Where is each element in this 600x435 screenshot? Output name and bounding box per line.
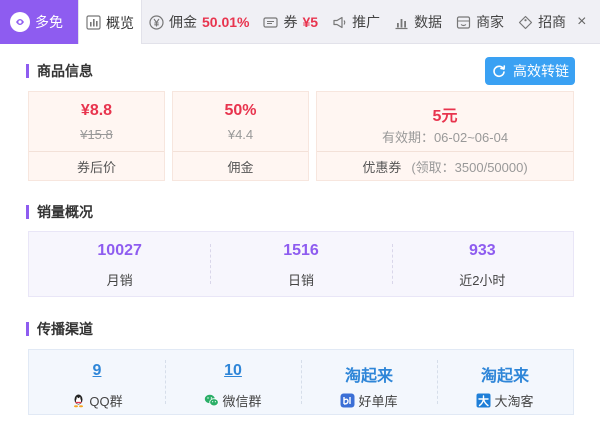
sales-monthly: 10027 月销 (29, 232, 210, 296)
channel-haodanku: 淘起来 好单库 (301, 350, 437, 414)
tab-brand-label: 多免 (35, 14, 63, 30)
coupon-label: 优惠券 (362, 160, 402, 175)
channel-dataoke: 淘起来 大淘客 (437, 350, 573, 414)
channel-wechat-label-row: 微信群 (165, 391, 301, 410)
top-tab-bar: 多免 概览 佣金 50.01% 券 ¥5 推广 数据 商家 招商 × (0, 0, 600, 45)
bar-chart-icon (86, 15, 101, 30)
goods-section-title: 商品信息 (26, 64, 93, 78)
commission-rate: 50% (224, 102, 257, 119)
refresh-icon (493, 65, 506, 78)
sales-2h: 933 近2小时 (391, 232, 573, 296)
sales-overview: 10027 月销 1516 日销 933 近2小时 (28, 231, 574, 297)
price-box: ¥8.8 ¥15.8 券后价 (28, 91, 165, 181)
data-chart-icon (394, 15, 409, 30)
tab-coupon-label: 券 (283, 14, 298, 30)
tab-merchant[interactable]: 商家 (449, 0, 511, 44)
brand-logo-icon (10, 12, 30, 32)
channel-dataoke-label-row: 大淘客 (437, 391, 573, 410)
tab-data-label: 数据 (414, 14, 443, 30)
coupon-amount: 5元 (432, 108, 458, 125)
tab-merchant-label: 商家 (476, 14, 505, 30)
channel-haodanku-value[interactable]: 淘起来 (301, 362, 437, 386)
tag-icon (518, 15, 533, 30)
channel-label: QQ群 (89, 394, 123, 409)
dataoke-icon (476, 393, 491, 408)
commission-label: 佣金 (173, 151, 308, 181)
tab-coupon-value: ¥5 (302, 14, 319, 30)
channels-section-title: 传播渠道 (26, 322, 93, 336)
tab-overview[interactable]: 概览 (78, 0, 142, 45)
channel-qq-label-row: QQ群 (29, 391, 165, 410)
sales-value: 933 (468, 242, 496, 259)
after-coupon-label: 券后价 (29, 151, 164, 181)
tab-recruit-label: 招商 (538, 14, 567, 30)
sales-label: 日销 (287, 273, 314, 288)
commission-box: 50% ¥4.4 佣金 (172, 91, 309, 181)
original-price: ¥15.8 (80, 127, 113, 142)
store-icon (456, 15, 471, 30)
channel-haodanku-label-row: 好单库 (301, 391, 437, 410)
tab-recruit[interactable]: 招商 (511, 0, 573, 44)
tab-coupon[interactable]: 券 ¥5 (256, 0, 325, 44)
tab-commission[interactable]: 佣金 50.01% (142, 0, 256, 44)
channel-dataoke-value[interactable]: 淘起来 (437, 362, 573, 386)
sales-value: 10027 (97, 242, 142, 259)
yen-circle-icon (149, 14, 164, 30)
megaphone-icon (332, 15, 347, 30)
channel-label: 大淘客 (494, 394, 534, 409)
sales-label: 近2小时 (459, 273, 506, 288)
tab-commission-value: 50.01% (202, 14, 250, 30)
qq-icon (71, 393, 86, 408)
coupon-box: 5元 有效期：06-02~06-04 优惠券 (领取：3500/50000) (316, 91, 574, 181)
tab-promote[interactable]: 推广 (325, 0, 387, 44)
commission-amount: ¥4.4 (227, 127, 254, 142)
sales-daily: 1516 日销 (210, 232, 391, 296)
tab-commission-label: 佣金 (169, 14, 197, 30)
detail-panel: 商品信息 高效转链 ¥8.8 ¥15.8 券后价 50% ¥4.4 佣金 5元 … (12, 44, 590, 435)
channel-wechat: 10 微信群 (165, 350, 301, 414)
haodanku-icon (340, 393, 355, 408)
channel-wechat-count[interactable]: 10 (165, 362, 301, 380)
sales-value: 1516 (283, 242, 319, 259)
sales-label: 月销 (106, 273, 133, 288)
tab-overview-label: 概览 (106, 14, 134, 31)
channel-label: 微信群 (222, 394, 262, 409)
channel-label: 好单库 (358, 394, 398, 409)
channels-box: 9 QQ群 10 微信群 淘起来 好单库 淘起来 大淘客 (28, 349, 574, 415)
sales-section-title: 销量概况 (26, 205, 93, 219)
ticket-icon (263, 15, 279, 30)
tab-promote-label: 推广 (352, 14, 381, 30)
close-icon[interactable]: × (573, 0, 590, 44)
channel-qq-count[interactable]: 9 (29, 362, 165, 380)
tab-brand[interactable]: 多免 (0, 0, 78, 44)
convert-link-label: 高效转链 (513, 63, 569, 79)
channel-qq: 9 QQ群 (29, 350, 165, 414)
wechat-icon (204, 393, 220, 408)
coupon-footer: 优惠券 (领取：3500/50000) (317, 151, 573, 181)
convert-link-button[interactable]: 高效转链 (485, 57, 575, 85)
after-coupon-price: ¥8.8 (80, 102, 113, 119)
coupon-claimed: (领取：3500/50000) (411, 160, 528, 175)
tab-data[interactable]: 数据 (387, 0, 449, 44)
coupon-validity: 有效期：06-02~06-04 (381, 130, 509, 145)
